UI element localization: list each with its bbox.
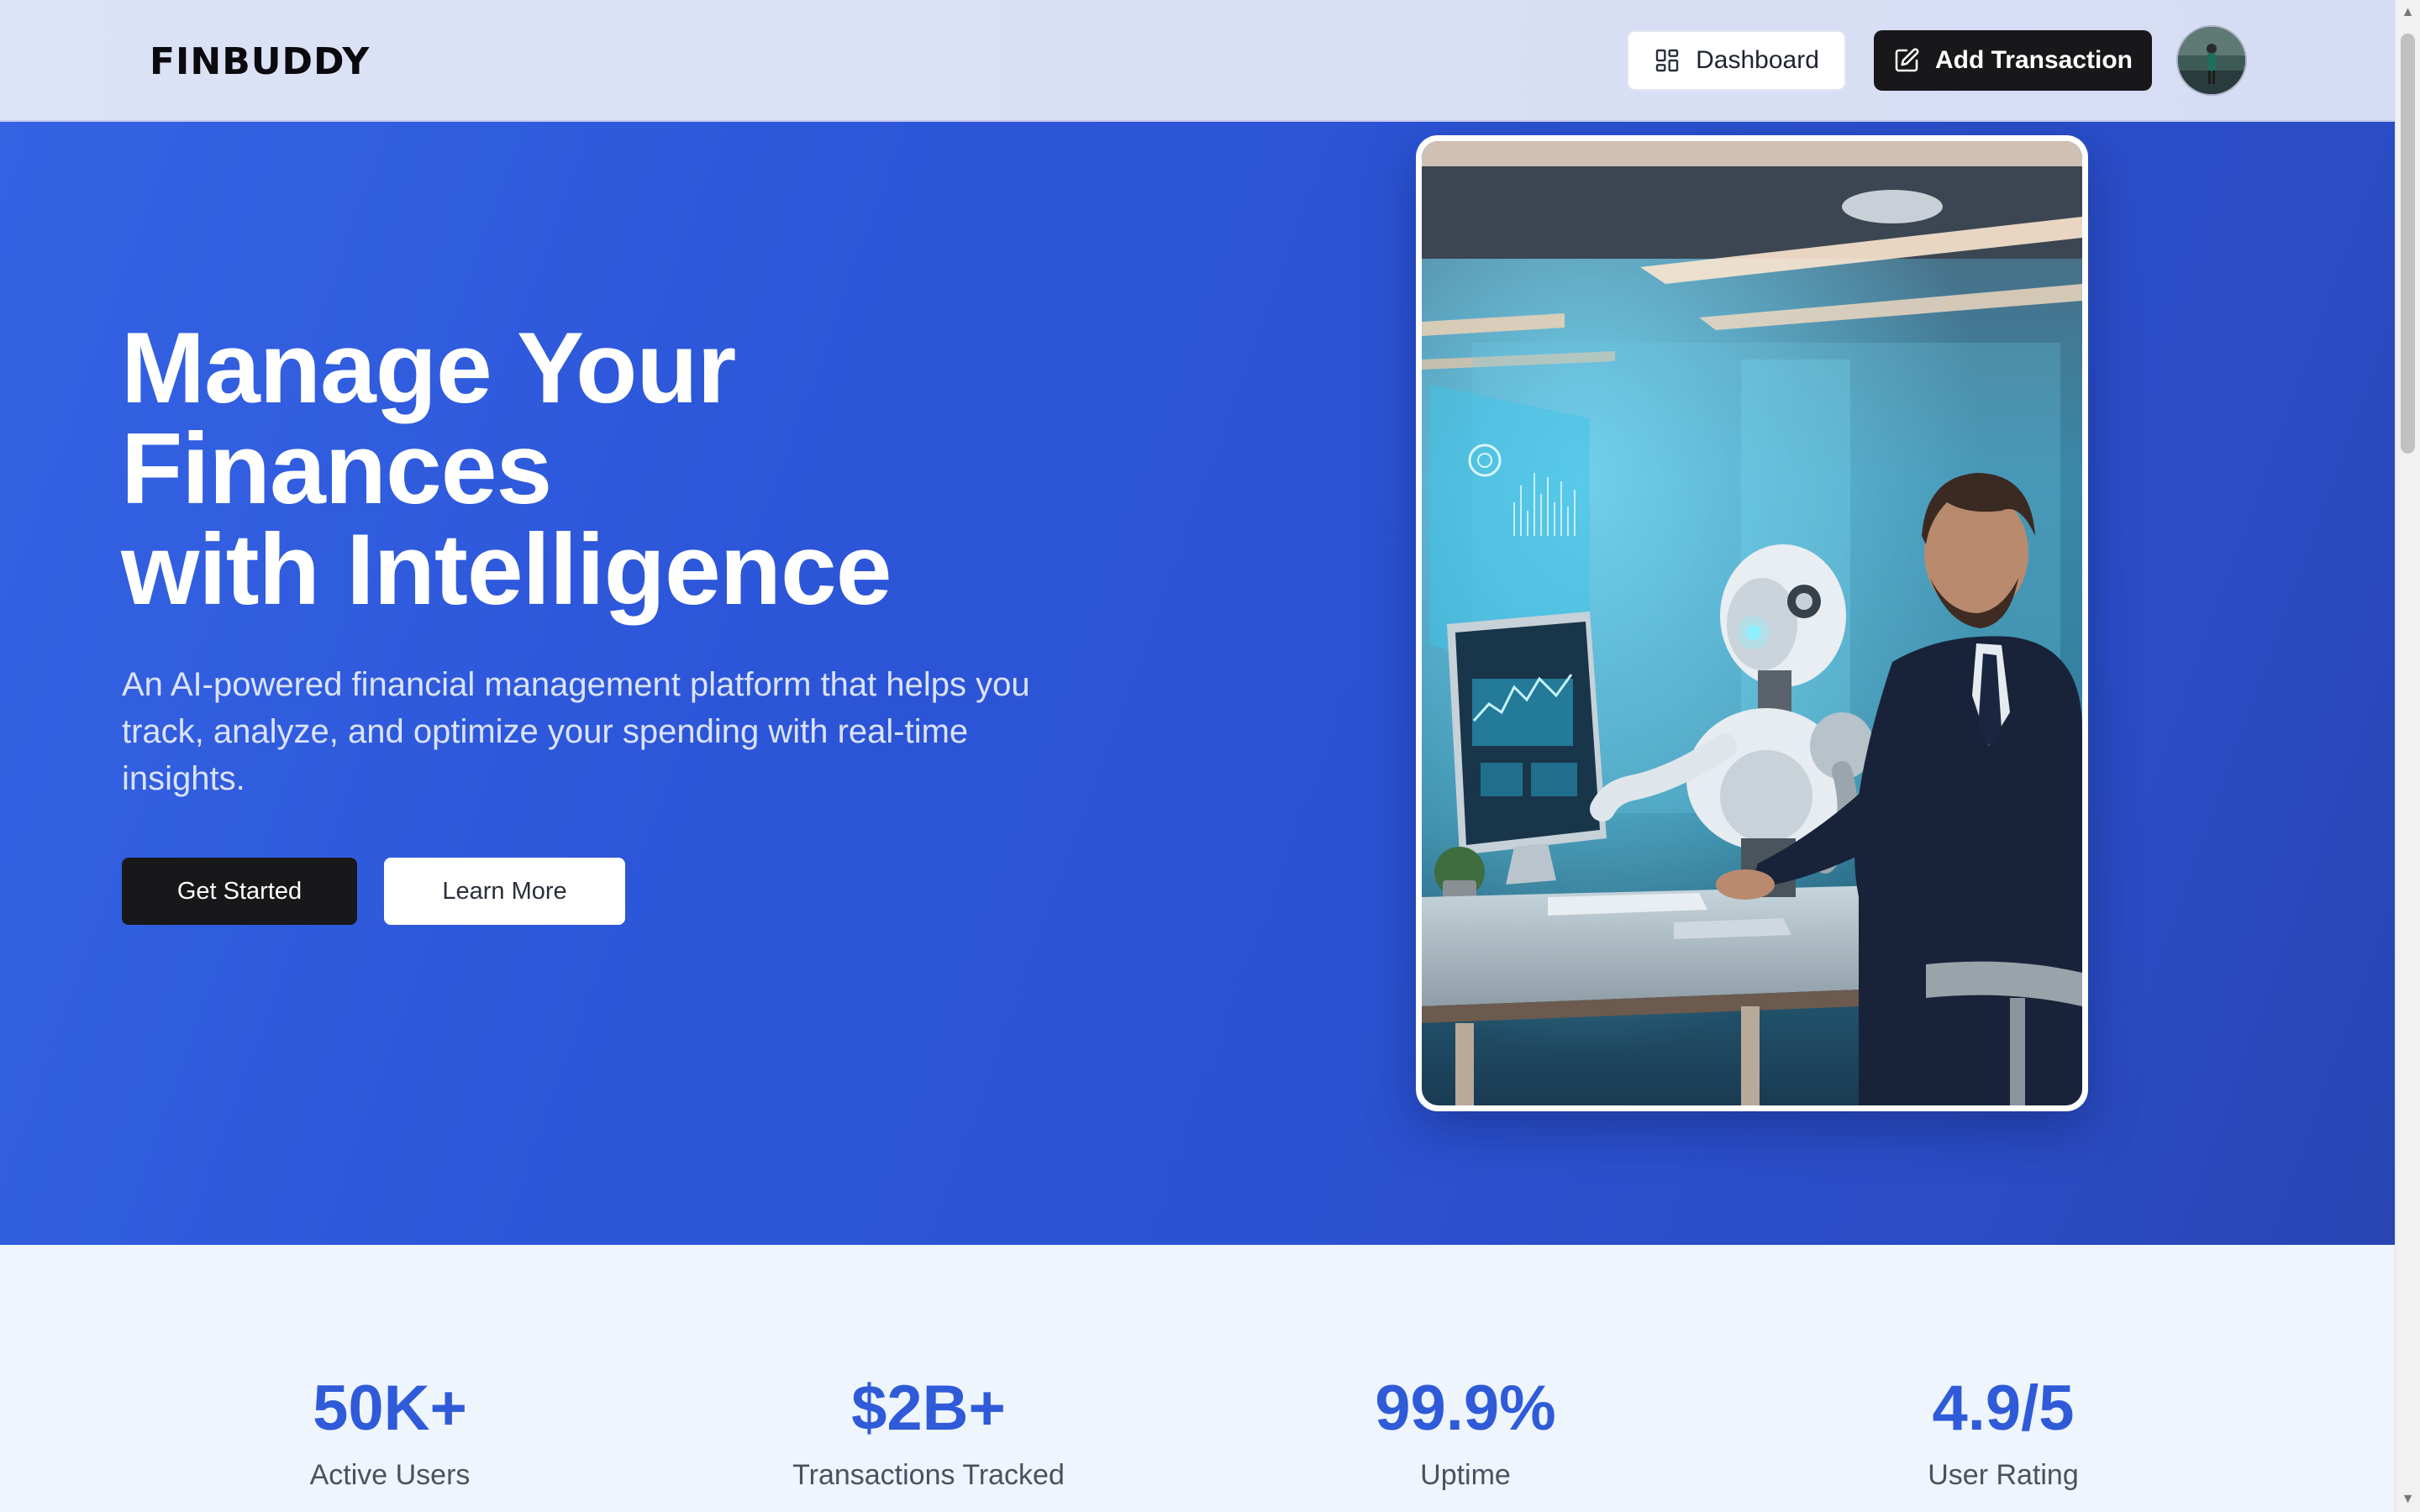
hero-title: Manage Your Finances with Intelligence (121, 318, 1129, 620)
hero-illustration (1422, 141, 2082, 1105)
stats-section: 50K+ Active Users $2B+ Transactions Trac… (0, 1245, 2395, 1512)
scroll-up-arrow-icon[interactable]: ▲ (2396, 0, 2420, 25)
dashboard-button-label: Dashboard (1696, 46, 1819, 74)
dashboard-button[interactable]: Dashboard (1627, 30, 1846, 91)
stat-value: 4.9/5 (1932, 1373, 2075, 1444)
page-scrollbar[interactable]: ▲ ▼ (2395, 0, 2420, 1512)
stat-label: Uptime (1420, 1459, 1511, 1491)
top-navbar: FINBUDDY Dashboard Add Transaction (0, 0, 2395, 122)
stat-value: 50K+ (313, 1373, 467, 1444)
hero-title-line-3: with Intelligence (121, 513, 892, 626)
stat-transactions-tracked: $2B+ Transactions Tracked (676, 1371, 1181, 1494)
user-avatar[interactable] (2178, 27, 2245, 94)
stat-label: Transactions Tracked (792, 1459, 1065, 1491)
scrollbar-thumb[interactable] (2401, 34, 2415, 454)
stat-value: 99.9% (1375, 1373, 1556, 1444)
stat-active-users: 50K+ Active Users (138, 1371, 642, 1494)
brand-logo[interactable]: FINBUDDY (150, 39, 370, 86)
pencil-square-icon (1893, 47, 1920, 74)
hero-title-line-2: Finances (121, 412, 552, 525)
stat-value: $2B+ (851, 1373, 1006, 1444)
stat-uptime: 99.9% Uptime (1213, 1371, 1718, 1494)
hero-title-line-1: Manage Your (121, 312, 736, 424)
stat-label: User Rating (1928, 1459, 2079, 1491)
stat-label: Active Users (309, 1459, 471, 1491)
stat-user-rating: 4.9/5 User Rating (1751, 1371, 2255, 1494)
hero-section: Manage Your Finances with Intelligence A… (0, 122, 2395, 1245)
add-transaction-button-label: Add Transaction (1934, 46, 2133, 74)
hero-image-frame (1416, 135, 2088, 1111)
hero-subtitle: An AI-powered financial management platf… (122, 666, 1030, 797)
add-transaction-button[interactable]: Add Transaction (1874, 30, 2152, 91)
layout-grid-icon (1654, 47, 1681, 74)
get-started-button[interactable]: Get Started (122, 858, 357, 925)
learn-more-button[interactable]: Learn More (384, 858, 625, 925)
scroll-down-arrow-icon[interactable]: ▼ (2396, 1487, 2420, 1512)
